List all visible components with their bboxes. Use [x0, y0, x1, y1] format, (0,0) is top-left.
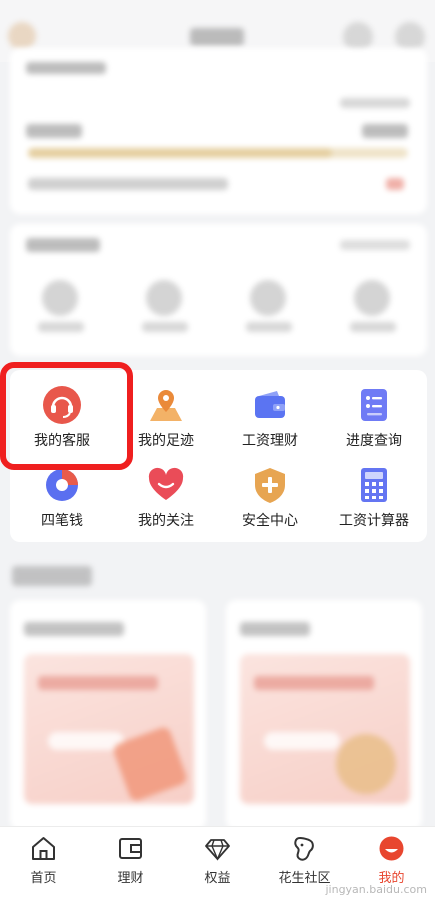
- service-label: 我的关注: [138, 513, 194, 529]
- wallet-outline-icon: [119, 838, 142, 859]
- progress-bar: [28, 148, 408, 158]
- home-icon: [32, 837, 55, 860]
- tab-label: 首页: [30, 871, 57, 886]
- highlight-annotation: [0, 362, 133, 470]
- shield-plus-icon: [255, 468, 285, 503]
- checklist-icon: [361, 389, 387, 421]
- service-salary-finance[interactable]: 工资理财: [218, 372, 322, 450]
- profile-face-icon: [379, 836, 404, 861]
- service-salary-calculator[interactable]: 工资计算器: [322, 452, 426, 530]
- avatar[interactable]: [8, 22, 36, 50]
- recommend-section-title: [12, 566, 92, 586]
- service-label: 工资计算器: [339, 513, 409, 529]
- tab-finance[interactable]: 理财: [87, 827, 174, 904]
- service-security-center[interactable]: 安全中心: [218, 452, 322, 530]
- tab-benefits[interactable]: 权益: [174, 827, 261, 904]
- watermark: jingyan.baidu.com: [325, 883, 427, 896]
- service-label: 四笔钱: [41, 513, 83, 529]
- promo-card-right[interactable]: [226, 600, 422, 830]
- tab-home[interactable]: 首页: [0, 827, 87, 904]
- tab-label: 权益: [204, 871, 231, 886]
- account-summary-card: [10, 48, 427, 214]
- pie-chart-icon: [46, 469, 78, 501]
- service-label: 进度查询: [346, 433, 402, 449]
- footprint-map-pin-icon: [150, 390, 182, 421]
- diamond-icon: [205, 839, 230, 861]
- wallet-icon: [255, 391, 285, 418]
- peanut-icon: [294, 836, 314, 861]
- shortcut-card: [10, 224, 427, 356]
- heart-icon: [148, 467, 184, 500]
- service-label: 安全中心: [242, 513, 298, 529]
- page-title-blurred: [190, 28, 244, 46]
- service-progress-query[interactable]: 进度查询: [322, 372, 426, 450]
- promo-card-left[interactable]: [10, 600, 206, 830]
- calculator-icon: [361, 468, 387, 502]
- service-label: 工资理财: [242, 433, 298, 449]
- bottom-tab-bar: 首页 理财 权益 花生社区 我的 jingyan.baidu.com: [0, 826, 435, 904]
- tab-label: 理财: [117, 871, 144, 886]
